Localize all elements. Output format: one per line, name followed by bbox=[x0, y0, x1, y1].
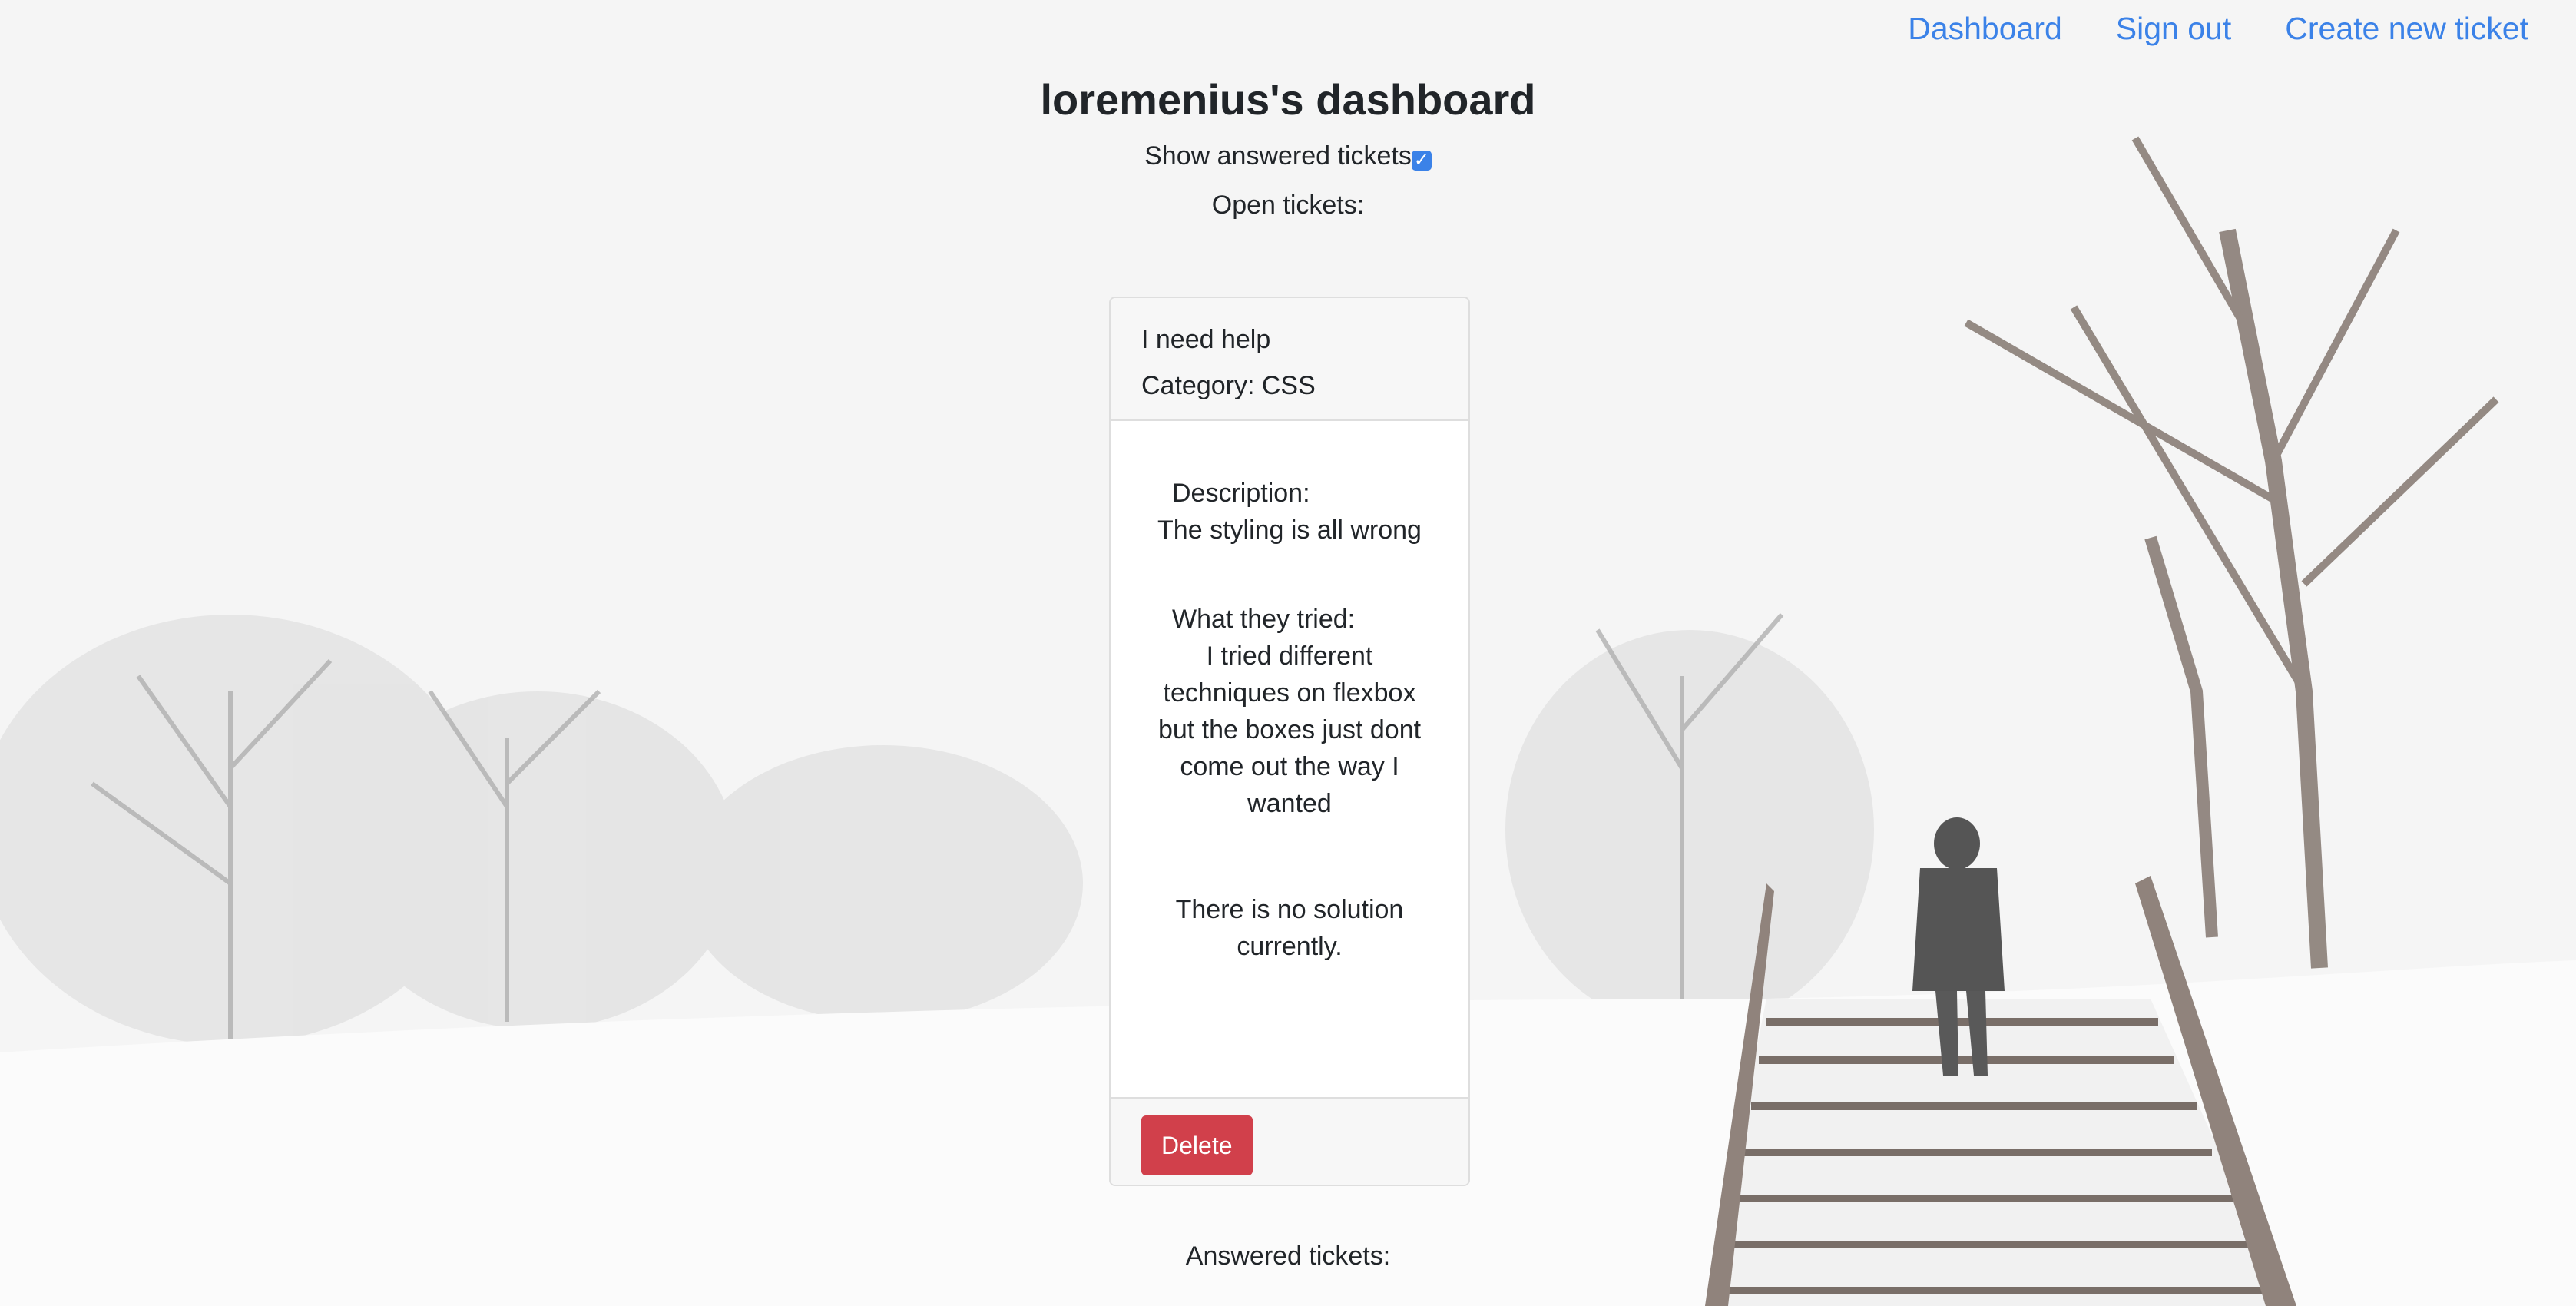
top-nav: Dashboard Sign out Create new ticket bbox=[1908, 6, 2528, 51]
answered-tickets-heading: Answered tickets: bbox=[1185, 1241, 1391, 1271]
ticket-card-footer: Delete bbox=[1111, 1097, 1468, 1185]
ticket-card-header: I need help Category: CSS bbox=[1111, 298, 1468, 421]
show-answered-toggle-row: Show answered tickets ✓ bbox=[0, 138, 2576, 174]
delete-ticket-button[interactable]: Delete bbox=[1141, 1115, 1253, 1175]
description-text: The styling is all wrong bbox=[1157, 515, 1422, 545]
ticket-card: I need help Category: CSS Description: T… bbox=[1109, 297, 1470, 1186]
nav-sign-out-link[interactable]: Sign out bbox=[2116, 6, 2231, 51]
show-answered-checkbox[interactable]: ✓ bbox=[1411, 150, 1432, 171]
solution-text: There is no solution currently. bbox=[1175, 895, 1404, 961]
tried-label: What they tried: bbox=[1172, 605, 1356, 634]
ticket-card-body: Description: The styling is all wrong Wh… bbox=[1111, 421, 1468, 1097]
description-label: Description: bbox=[1172, 479, 1310, 508]
open-tickets-heading: Open tickets: bbox=[1211, 191, 1365, 220]
ticket-title: I need help bbox=[1141, 325, 1271, 354]
ticket-category: Category: CSS bbox=[1141, 371, 1316, 400]
check-icon: ✓ bbox=[1413, 150, 1429, 171]
tried-text: I tried different techniques on flexbox … bbox=[1157, 641, 1422, 818]
page-title: loremenius's dashboard bbox=[1040, 75, 1536, 124]
nav-create-ticket-link[interactable]: Create new ticket bbox=[2285, 6, 2528, 51]
show-answered-label: Show answered tickets bbox=[1144, 141, 1412, 171]
nav-dashboard-link[interactable]: Dashboard bbox=[1908, 6, 2062, 51]
